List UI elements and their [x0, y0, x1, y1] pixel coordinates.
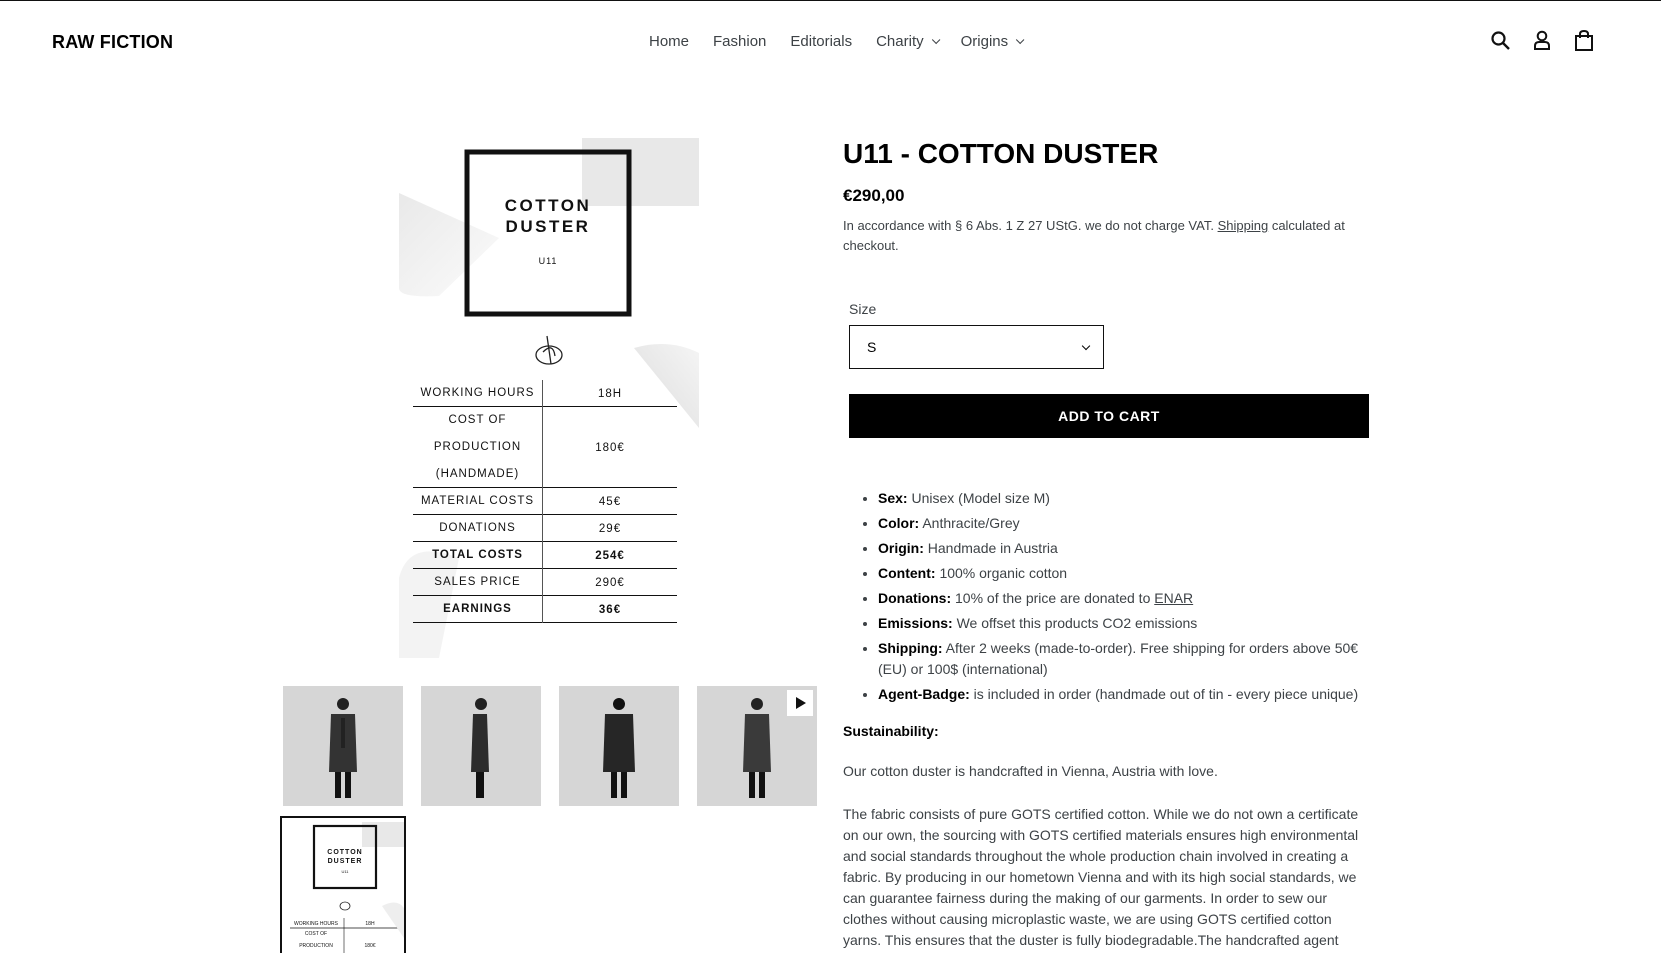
main-nav: Home Fashion Editorials Charity Origins: [649, 33, 1045, 50]
cost-table-value: 45€: [598, 495, 622, 508]
list-item: Origin: Handmade in Austria: [878, 538, 1368, 559]
cost-table-row: DONATIONS 29€: [413, 515, 677, 542]
shipping-link[interactable]: Shipping: [1218, 218, 1269, 233]
size-select[interactable]: S: [849, 325, 1104, 369]
cost-table-label: MATERIAL COSTS: [413, 488, 543, 515]
list-item: Color: Anthracite/Grey: [878, 513, 1368, 534]
cost-table-row: SALES PRICE 290€: [413, 569, 677, 596]
card-heading-line1: COTTON: [504, 196, 592, 215]
cost-table-label: SALES PRICE: [413, 569, 543, 596]
size-label: Size: [849, 301, 877, 317]
play-icon[interactable]: [787, 690, 813, 716]
svg-text:COTTON: COTTON: [327, 849, 362, 856]
product-price: €290,00: [843, 186, 905, 205]
chevron-down-icon: [931, 35, 940, 44]
list-item: Content: 100% organic cotton: [878, 563, 1368, 584]
thumbnail-cost-card[interactable]: COTTON DUSTER U11 WORKING HOURS 18H COST…: [280, 816, 406, 953]
site-header: RAW FICTION Home Fashion Editorials Char…: [0, 0, 1661, 84]
cost-table-value: 36€: [598, 603, 622, 616]
nav-item-charity[interactable]: Charity: [876, 33, 940, 50]
list-item: Agent-Badge: is included in order (handm…: [878, 684, 1368, 705]
vat-notice: In accordance with § 6 Abs. 1 Z 27 UStG.…: [843, 218, 1345, 253]
svg-text:180€: 180€: [364, 943, 375, 949]
cost-table-row: WORKING HOURS 18H: [413, 380, 677, 407]
chevron-down-icon: [1081, 341, 1091, 351]
svg-text:U11: U11: [341, 869, 349, 874]
nav-item-origins[interactable]: Origins: [961, 33, 1025, 50]
card-code: U11: [538, 256, 558, 266]
account-icon[interactable]: [1532, 28, 1552, 52]
list-item: Shipping: After 2 weeks (made-to-order).…: [878, 638, 1368, 680]
list-item: Sex: Unisex (Model size M): [878, 488, 1368, 509]
nav-item-home[interactable]: Home: [649, 33, 689, 50]
thumbnail-video[interactable]: [697, 686, 817, 806]
svg-text:DUSTER: DUSTER: [328, 858, 363, 865]
signature-logo: [533, 334, 565, 373]
sustainability-body: The fabric consists of pure GOTS certifi…: [843, 806, 1359, 948]
cost-table-row: EARNINGS 36€: [413, 596, 677, 623]
cost-table-row: COST OF PRODUCTION (HANDMADE) 180€: [413, 407, 677, 488]
cost-table-label: DONATIONS: [413, 515, 543, 542]
list-item: Emissions: We offset this products CO2 e…: [878, 613, 1368, 634]
cost-table-label: TOTAL COSTS: [413, 542, 543, 569]
cost-table-label: EARNINGS: [413, 596, 543, 623]
add-to-cart-button[interactable]: ADD TO CART: [849, 394, 1369, 438]
header-actions: [1490, 28, 1594, 52]
product-details-list: Sex: Unisex (Model size M) Color: Anthra…: [878, 488, 1368, 709]
thumbnail-side[interactable]: [421, 686, 541, 806]
cost-table-value: 180€: [595, 441, 625, 454]
product-main-image[interactable]: COTTON DUSTER U11 WORKING HOURS 18H COST O…: [399, 138, 699, 670]
cost-table-value: 18H: [597, 387, 623, 400]
svg-text:18H: 18H: [365, 921, 375, 927]
product-title: U11 - COTTON DUSTER: [843, 138, 1159, 169]
cart-icon[interactable]: [1574, 28, 1594, 52]
cost-table-value: 254€: [595, 549, 625, 562]
search-icon[interactable]: [1490, 28, 1510, 52]
sustainability-intro: Our cotton duster is handcrafted in Vien…: [843, 763, 1218, 779]
thumbnail-back[interactable]: [559, 686, 679, 806]
cost-table-value: 290€: [595, 576, 625, 589]
svg-text:WORKING HOURS: WORKING HOURS: [294, 921, 339, 927]
card-heading-line2: DUSTER: [505, 217, 591, 236]
list-item: Donations: 10% of the price are donated …: [878, 588, 1368, 609]
chevron-down-icon: [1016, 35, 1025, 44]
cost-table-row: MATERIAL COSTS 45€: [413, 488, 677, 515]
thumbnail-front[interactable]: [283, 686, 403, 806]
enar-link[interactable]: ENAR: [1154, 590, 1193, 606]
cost-table-label: COST OF PRODUCTION (HANDMADE): [413, 407, 543, 488]
nav-item-editorials[interactable]: Editorials: [790, 33, 852, 50]
store-logo[interactable]: RAW FICTION: [52, 32, 173, 53]
cost-table-row: TOTAL COSTS 254€: [413, 542, 677, 569]
svg-text:PRODUCTION: PRODUCTION: [299, 943, 333, 949]
svg-text:COST OF: COST OF: [305, 931, 327, 937]
nav-item-fashion[interactable]: Fashion: [713, 33, 766, 50]
cost-table-label: WORKING HOURS: [413, 380, 543, 407]
sustainability-title: Sustainability:: [843, 723, 939, 739]
product-info: U11 - COTTON DUSTER €290,00 In accordanc…: [843, 136, 1373, 256]
cost-table-value: 29€: [598, 522, 622, 535]
